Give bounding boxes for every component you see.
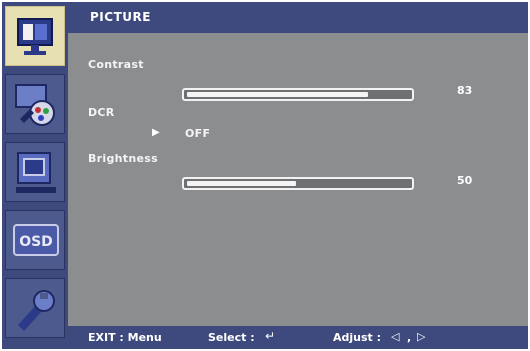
left-triangle-icon: ◁ <box>391 330 400 343</box>
footer-bar: EXIT : Menu Select : ↵ Adjust : ◁ , ▷ <box>68 326 528 349</box>
monitor-picture-icon <box>17 18 53 55</box>
svg-text:OSD: OSD <box>19 234 53 250</box>
enter-icon: ↵ <box>265 329 276 343</box>
adjust-hint: Adjust : <box>333 331 382 344</box>
sidebar: OSD <box>2 2 68 349</box>
sidebar-item-setup[interactable] <box>5 278 65 338</box>
brightness-value: 50 <box>457 174 473 187</box>
arrow-right-icon: ▶ <box>152 127 160 138</box>
adjust-separator: , <box>407 331 412 344</box>
brightness-slider-fill <box>187 181 296 186</box>
dcr-option[interactable]: OFF <box>185 127 210 140</box>
contrast-slider[interactable] <box>182 88 414 101</box>
sidebar-item-picture[interactable] <box>5 6 65 66</box>
osd-menu: OSD PICTURE Contrast 83 DCR ▶ OFF Bright… <box>2 2 528 349</box>
title-bar: PICTURE <box>68 2 528 33</box>
brightness-label: Brightness <box>88 152 158 165</box>
sidebar-item-image[interactable] <box>5 142 65 202</box>
exit-hint: EXIT : Menu <box>88 331 162 344</box>
dcr-label: DCR <box>88 106 115 119</box>
sidebar-item-color[interactable] <box>5 74 65 134</box>
brightness-slider[interactable] <box>182 177 414 190</box>
color-palette-icon <box>15 84 55 126</box>
osd-settings-icon: OSD <box>13 224 59 256</box>
page-title: PICTURE <box>90 10 151 24</box>
sidebar-item-osd[interactable]: OSD <box>5 210 65 270</box>
right-triangle-icon: ▷ <box>417 330 426 343</box>
contrast-value: 83 <box>457 84 473 97</box>
select-hint: Select : <box>208 331 255 344</box>
contrast-label: Contrast <box>88 58 144 71</box>
image-position-icon <box>16 152 56 193</box>
contrast-slider-fill <box>187 92 368 97</box>
setup-tools-icon <box>18 290 55 331</box>
